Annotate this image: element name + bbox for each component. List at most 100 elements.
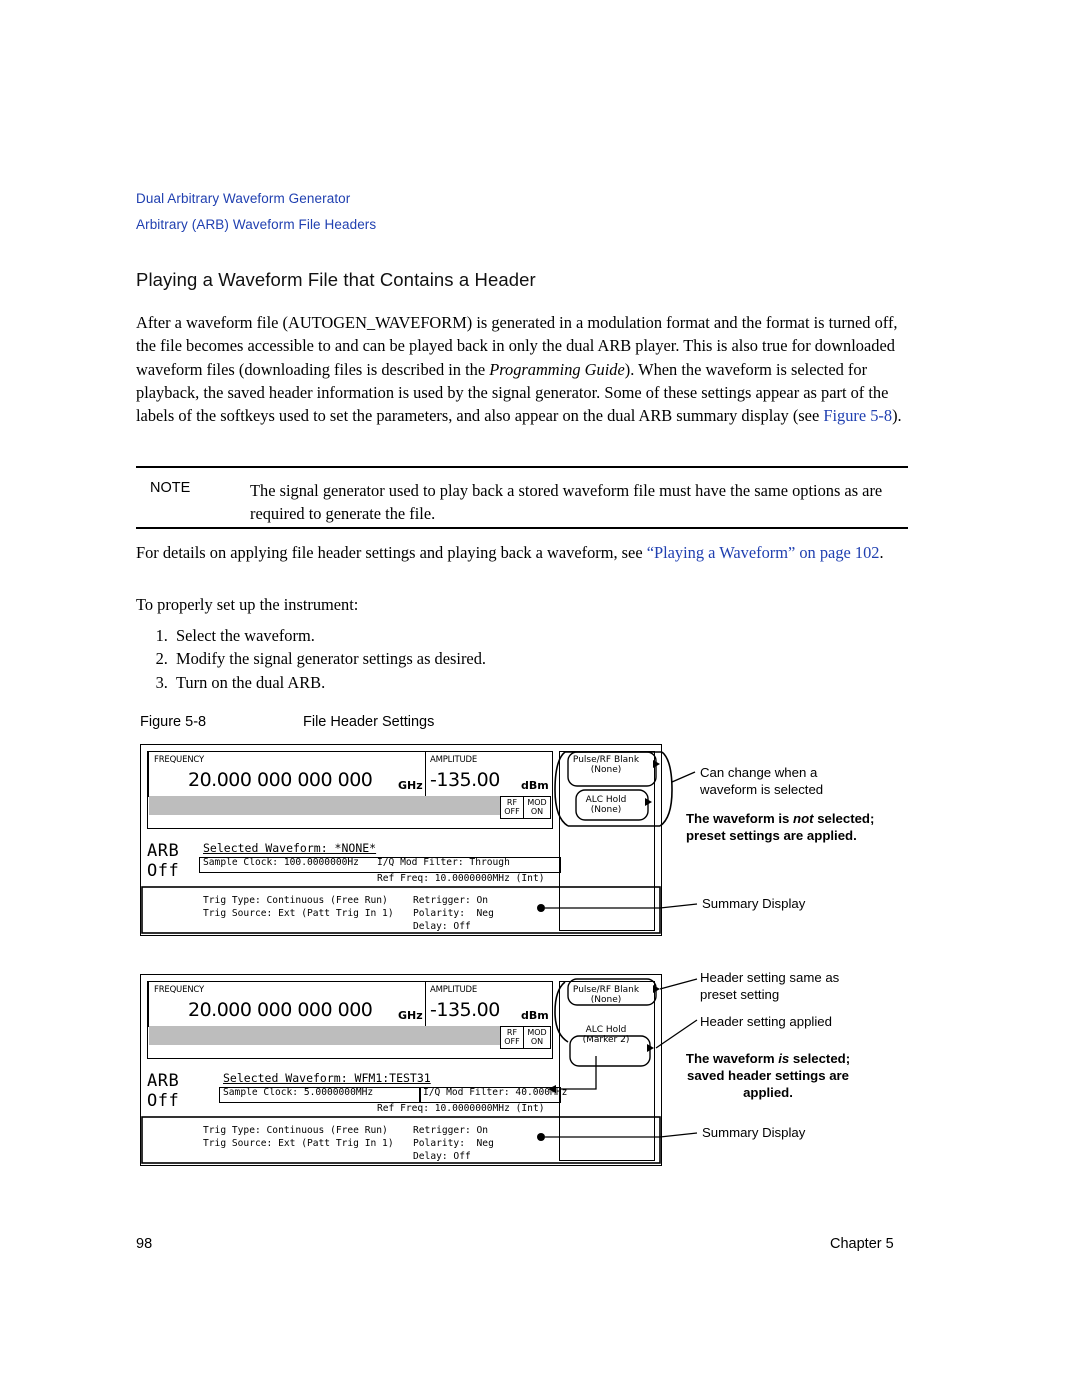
trig-source-1: Trig Source: Ext (Patt Trig In 1): [203, 908, 394, 919]
note-rule-bottom: [136, 527, 908, 529]
delay-1: Delay: Off: [413, 921, 471, 932]
annotation-not-selected-em: not: [793, 811, 814, 826]
softkey-pulse-rf-blank-label-1: Pulse/RF Blank: [572, 755, 640, 765]
paragraph-setup: To properly set up the instrument:: [136, 595, 359, 614]
frequency-box-1: [148, 750, 426, 797]
rf-label-bottom-1: OFF: [504, 807, 520, 816]
softkey-alc-hold-value-2: (Marker 2): [582, 1035, 630, 1045]
status-band-1: [149, 796, 551, 815]
mod-label-top-2: MOD: [527, 1028, 547, 1037]
iq-mod-filter-1: I/Q Mod Filter: Through: [377, 857, 510, 868]
arb-label-1: ARB: [147, 841, 180, 861]
softkey-pulse-rf-blank-value-2: (None): [590, 995, 622, 1005]
annotation-can-change-line2: waveform is selected: [700, 782, 824, 797]
sample-clock-1: Sample Clock: 100.0000000Hz: [203, 857, 359, 868]
annotation-summary-display-2: Summary Display: [702, 1125, 806, 1140]
instrument-display-1: FREQUENCY 20.000 000 000 000 GHz AMPLITU…: [140, 744, 662, 936]
paragraph-details: For details on applying file header sett…: [136, 543, 884, 562]
annotation-can-change: Can change when a waveform is selected: [700, 764, 823, 798]
mod-label-bottom-2: ON: [530, 1037, 544, 1046]
rf-label-bottom-2: OFF: [504, 1037, 520, 1046]
softkey-alc-hold-2[interactable]: ALC Hold (Marker 2): [561, 1025, 651, 1045]
retrigger-1: Retrigger: On: [413, 895, 489, 906]
frequency-box-2: [148, 980, 426, 1027]
annotation-header-same-line1: Header setting same as: [700, 970, 840, 985]
arb-state-1: Off: [147, 861, 180, 881]
annotation-not-selected-line2: preset settings are applied.: [686, 828, 857, 843]
list-item: Select the waveform.: [172, 624, 486, 647]
list-item: Turn on the dual ARB.: [172, 671, 486, 694]
figure-caption: File Header Settings: [303, 714, 435, 730]
setup-steps-list: Select the waveform. Modify the signal g…: [136, 624, 486, 694]
rf-state-indicator-2[interactable]: RF OFF: [500, 1026, 524, 1049]
status-band-2: [149, 1026, 551, 1045]
iq-mod-filter-2: I/Q Mod Filter: 40.000MHz: [423, 1087, 568, 1098]
softkey-pulse-rf-blank-2[interactable]: Pulse/RF Blank (None): [561, 985, 651, 1005]
annotation-is-selected-text1: The waveform: [685, 1051, 775, 1066]
amplitude-unit-1: dBm: [521, 779, 549, 792]
list-item: Modify the signal generator settings as …: [172, 647, 486, 670]
annotation-is-selected-em: is: [778, 1051, 790, 1066]
annotation-header-applied: Header setting applied: [700, 1014, 832, 1029]
note-text: The signal generator used to play back a…: [250, 481, 883, 524]
annotation-can-change-line1: Can change when a: [700, 765, 818, 780]
rf-state-indicator-1[interactable]: RF OFF: [500, 796, 524, 819]
annotation-summary-display-1: Summary Display: [702, 896, 806, 911]
frequency-amplitude-block-2: FREQUENCY 20.000 000 000 000 GHz AMPLITU…: [147, 980, 553, 1059]
amplitude-label-1: AMPLITUDE: [430, 755, 478, 765]
chapter-label: Chapter 5: [830, 1236, 894, 1252]
note-rule-top: [136, 466, 908, 468]
sample-clock-2: Sample Clock: 5.0000000MHz: [223, 1087, 374, 1098]
softkey-pulse-rf-blank-label-2: Pulse/RF Blank: [572, 985, 640, 995]
softkey-column-1: [559, 751, 655, 931]
paragraph-intro: After a waveform file (AUTOGEN_WAVEFORM)…: [136, 313, 902, 426]
polarity-1: Polarity: Neg: [413, 908, 494, 919]
mod-state-indicator-2[interactable]: MOD ON: [523, 1026, 551, 1049]
annotation-not-selected-line1: The waveform is not selected;: [686, 810, 874, 827]
softkey-column-2: [559, 981, 655, 1161]
softkey-alc-hold-label-1: ALC Hold: [585, 795, 627, 805]
instrument-display-2: FREQUENCY 20.000 000 000 000 GHz AMPLITU…: [140, 974, 662, 1166]
page-title: Playing a Waveform File that Contains a …: [136, 269, 536, 290]
delay-2: Delay: Off: [413, 1151, 471, 1162]
trig-source-2: Trig Source: Ext (Patt Trig In 1): [203, 1138, 394, 1149]
softkey-pulse-rf-blank-value-1: (None): [590, 765, 622, 775]
annotation-header-same: Header setting same as preset setting: [700, 969, 839, 1003]
annotation-not-selected-text1: The waveform is: [686, 811, 790, 826]
annotation-is-selected-line1: The waveform is selected;: [663, 1050, 873, 1067]
breadcrumb-line-1: Dual Arbitrary Waveform Generator: [136, 191, 351, 206]
annotation-is-selected-line2: saved header settings are: [687, 1068, 849, 1083]
trig-type-2: Trig Type: Continuous (Free Run): [203, 1125, 388, 1136]
breadcrumb: Dual Arbitrary Waveform Generator Arbitr…: [136, 186, 916, 238]
retrigger-2: Retrigger: On: [413, 1125, 489, 1136]
document-page: Dual Arbitrary Waveform Generator Arbitr…: [0, 0, 1080, 1397]
annotation-is-selected-line3: applied.: [743, 1085, 793, 1100]
amplitude-label-2: AMPLITUDE: [430, 985, 478, 995]
annotation-is-selected: The waveform is selected; saved header s…: [663, 1050, 873, 1101]
selected-waveform-1: Selected Waveform: *NONE*: [203, 841, 377, 855]
ref-freq-2: Ref Freq: 10.0000000MHz (Int): [377, 1103, 545, 1114]
breadcrumb-line-2: Arbitrary (ARB) Waveform File Headers: [136, 217, 377, 232]
amplitude-unit-2: dBm: [521, 1009, 549, 1022]
arb-state-2: Off: [147, 1091, 180, 1111]
selected-waveform-2: Selected Waveform: WFM1:TEST31: [223, 1071, 431, 1085]
rf-label-top-1: RF: [506, 798, 518, 807]
softkey-alc-hold-label-2: ALC Hold: [585, 1025, 627, 1035]
page-number: 98: [136, 1236, 153, 1252]
mod-label-bottom-1: ON: [530, 807, 544, 816]
softkey-alc-hold-1[interactable]: ALC Hold (None): [561, 795, 651, 815]
mod-state-indicator-1[interactable]: MOD ON: [523, 796, 551, 819]
amplitude-value-2: -135.00: [430, 999, 500, 1021]
softkey-alc-hold-value-1: (None): [590, 805, 622, 815]
amplitude-value-1: -135.00: [430, 769, 500, 791]
note-label: NOTE: [150, 480, 191, 496]
annotation-is-selected-text2: selected;: [792, 1051, 851, 1066]
ref-freq-1: Ref Freq: 10.0000000MHz (Int): [377, 873, 545, 884]
figure-number: Figure 5-8: [140, 714, 207, 730]
arb-label-2: ARB: [147, 1071, 180, 1091]
softkey-pulse-rf-blank-1[interactable]: Pulse/RF Blank (None): [561, 755, 651, 775]
frequency-amplitude-block-1: FREQUENCY 20.000 000 000 000 GHz AMPLITU…: [147, 750, 553, 829]
annotation-not-selected-text2: selected;: [817, 811, 875, 826]
polarity-2: Polarity: Neg: [413, 1138, 494, 1149]
mod-label-top-1: MOD: [527, 798, 547, 807]
